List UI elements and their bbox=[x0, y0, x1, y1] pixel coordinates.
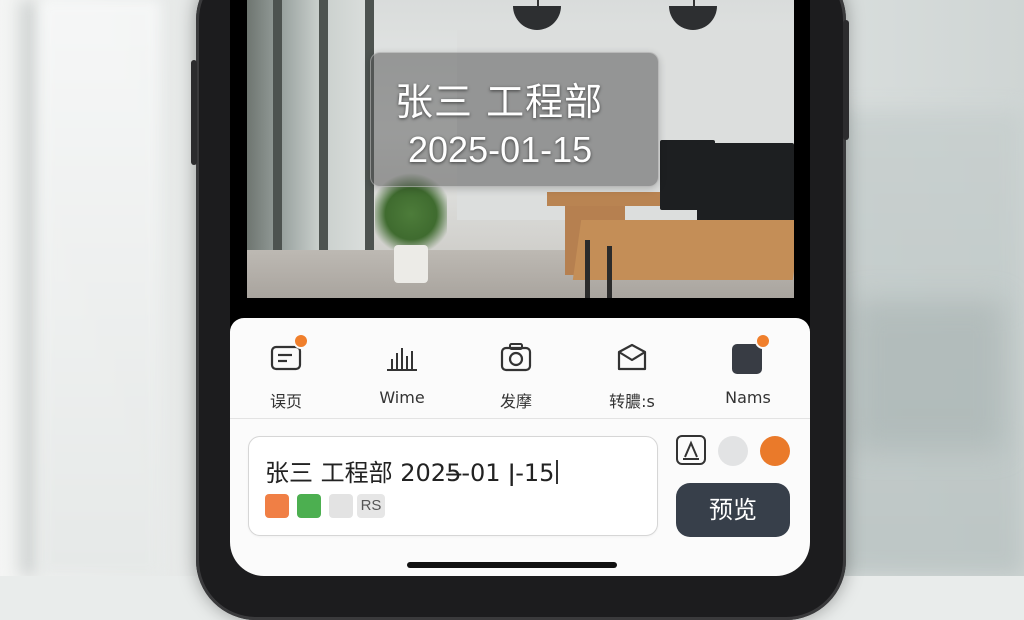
tool-label: Nams bbox=[725, 388, 771, 407]
box-icon bbox=[614, 340, 650, 376]
home-indicator[interactable] bbox=[407, 562, 617, 568]
tool-label: 发摩 bbox=[499, 392, 532, 411]
watermark-overlay[interactable]: 张三 工程部 2025-01-15 bbox=[370, 52, 659, 187]
phone-screen: 张三 工程部 2025-01-15 误页 Wime 发摩 转膿:s Nams 张… bbox=[230, 0, 810, 576]
overlay-name-text: 张三 工程部 bbox=[395, 80, 604, 124]
bar-chart-icon bbox=[384, 340, 420, 376]
message-icon bbox=[268, 333, 309, 376]
text-format-button[interactable] bbox=[676, 435, 706, 465]
color-option-gray[interactable] bbox=[718, 436, 748, 466]
tool-label: Wime bbox=[379, 388, 425, 407]
watermark-text-editor[interactable]: 张三 工程部 2025̶-01 ǀ-15 RS bbox=[248, 436, 658, 536]
bottom-sheet: 误页 Wime 发摩 转膿:s Nams 张三 工程部 2025̶-01 ǀ-1… bbox=[230, 318, 810, 576]
swatch-green[interactable] bbox=[297, 494, 321, 518]
swatch-gray[interactable] bbox=[329, 494, 353, 518]
tool-item-5[interactable]: Nams bbox=[698, 333, 798, 407]
tool-item-2[interactable]: Wime bbox=[352, 340, 452, 407]
swatch-orange[interactable] bbox=[265, 494, 289, 518]
square-icon bbox=[730, 333, 771, 376]
editor-text: 张三 工程部 2025̶-01 ǀ-15 bbox=[265, 453, 559, 488]
phone-power-button bbox=[843, 20, 849, 140]
notification-badge bbox=[755, 333, 771, 349]
text-style-icon bbox=[683, 440, 699, 460]
camera-viewfinder[interactable]: 张三 工程部 2025-01-15 bbox=[247, 0, 794, 298]
tool-label: 转膿:s bbox=[609, 392, 655, 411]
tool-item-1[interactable]: 误页 bbox=[236, 333, 336, 412]
tool-label: 误页 bbox=[269, 392, 302, 411]
camera-icon bbox=[498, 340, 534, 376]
phone-volume-button bbox=[191, 90, 197, 165]
editor-text-value: 张三 工程部 2025̶-01 ǀ-15 bbox=[265, 459, 555, 487]
text-caret bbox=[556, 460, 559, 484]
overlay-date-text: 2025-01-15 bbox=[408, 129, 593, 170]
color-option-orange[interactable] bbox=[760, 436, 790, 466]
preview-button[interactable]: 预览 bbox=[676, 483, 790, 537]
tool-item-3[interactable]: 发摩 bbox=[466, 340, 566, 412]
toolbar: 误页 Wime 发摩 转膿:s Nams bbox=[230, 318, 810, 419]
notification-badge bbox=[293, 333, 309, 349]
tool-item-4[interactable]: 转膿:s bbox=[582, 340, 682, 412]
style-chip[interactable]: RS bbox=[357, 494, 385, 518]
